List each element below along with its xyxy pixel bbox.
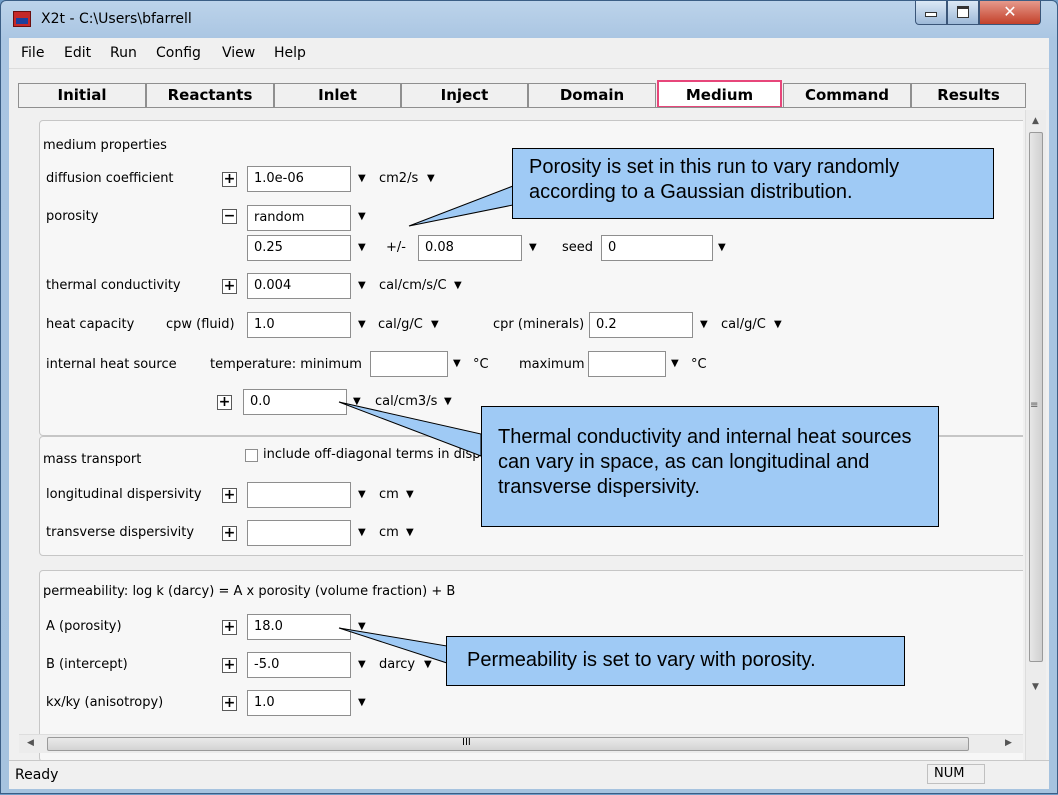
thermal-callout-pointer (338, 401, 482, 457)
porosity-callout-pointer (408, 185, 514, 227)
app-window: X2t - C:\Users\bfarrell ✕ File Edit Run … (0, 0, 1058, 794)
thermal-callout: Thermal conductivity and internal heat s… (481, 406, 939, 527)
permeability-callout: Permeability is set to vary with porosit… (446, 636, 905, 686)
perm-callout-pointer (338, 627, 448, 664)
porosity-callout: Porosity is set in this run to vary rand… (512, 148, 994, 219)
